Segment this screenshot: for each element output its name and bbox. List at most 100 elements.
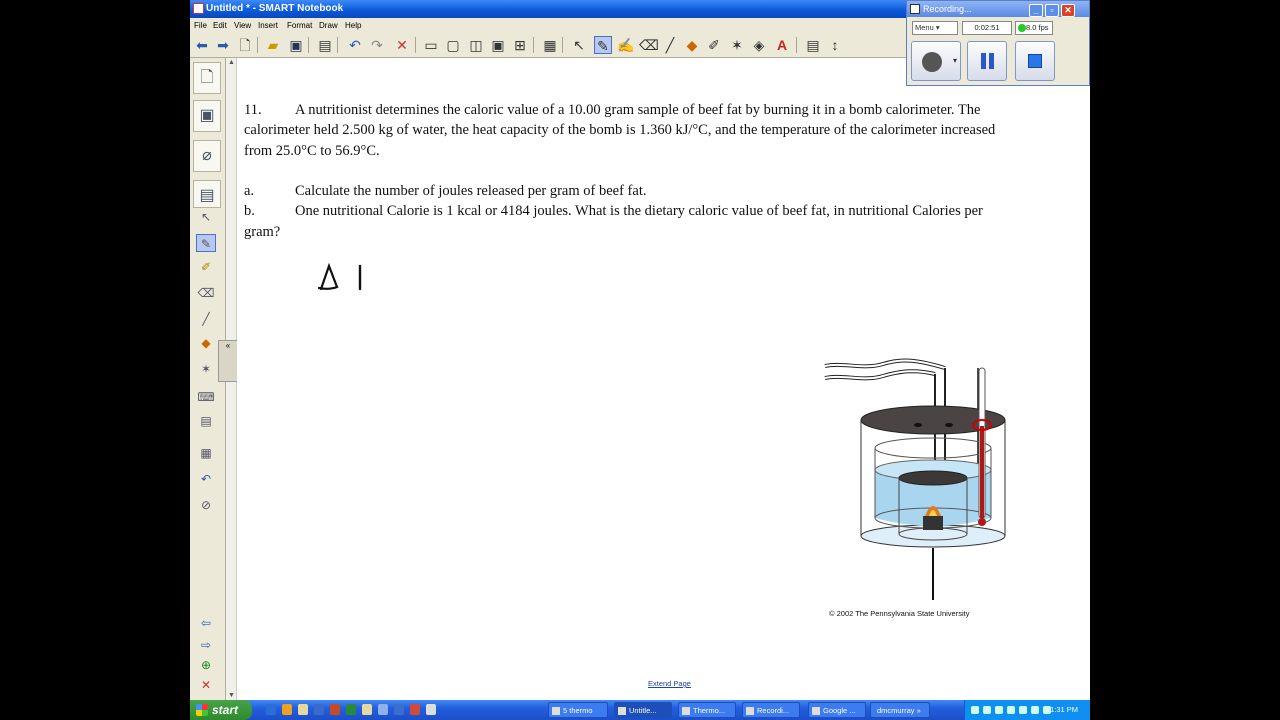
scroll-down-icon[interactable]: ▼: [227, 692, 236, 699]
quicklaunch-firefox-icon[interactable]: [282, 704, 292, 715]
question-intro-line3: from 25.0°C to 56.9°C.: [244, 143, 380, 159]
pen-tool-icon[interactable]: ✎: [196, 234, 216, 252]
tray-icon[interactable]: [983, 706, 991, 714]
taskbar-clock[interactable]: 1:31 PM: [1050, 705, 1078, 714]
magic-pen-tool-icon[interactable]: ✶: [196, 360, 216, 378]
quicklaunch-excel-icon[interactable]: [346, 704, 356, 715]
quicklaunch-app-icon[interactable]: [410, 704, 420, 715]
task-dmcmurray[interactable]: dmcmurray »: [870, 702, 930, 718]
add-page-side-icon[interactable]: ⊕: [196, 656, 216, 674]
next-page-icon[interactable]: ⇨: [196, 636, 216, 654]
capture-icon[interactable]: ▦: [196, 444, 216, 462]
table-icon[interactable]: ▦: [541, 36, 559, 54]
fill-icon[interactable]: ✶: [728, 36, 746, 54]
task-thermo[interactable]: Thermo...: [678, 702, 736, 718]
quicklaunch-bluetooth-icon[interactable]: [394, 704, 404, 715]
open-folder-icon[interactable]: ▰: [264, 36, 282, 54]
shape-tool-icon[interactable]: ◆: [196, 334, 216, 352]
tray-icon[interactable]: [971, 706, 979, 714]
magic-pen-icon[interactable]: ✐: [705, 36, 723, 54]
quicklaunch-more-icon[interactable]: [426, 704, 436, 715]
select-tool-icon[interactable]: ↖: [196, 208, 216, 226]
tray-icon[interactable]: [1031, 706, 1039, 714]
pause-button[interactable]: [967, 41, 1007, 81]
redo-icon[interactable]: ↷: [368, 36, 386, 54]
tray-icon[interactable]: [1007, 706, 1015, 714]
task-google[interactable]: Google ...: [808, 702, 866, 718]
properties-tab[interactable]: ▤: [193, 180, 221, 208]
highlighter-tool-icon[interactable]: ✐: [196, 258, 216, 276]
task-recording[interactable]: Recordi...: [742, 702, 800, 718]
page-sorter-tab[interactable]: 🗋: [193, 62, 221, 94]
line-tool-icon[interactable]: ╱: [196, 310, 216, 328]
close-button[interactable]: ✕: [1061, 4, 1075, 17]
move-toolbar-icon[interactable]: ↕: [826, 36, 844, 54]
clear-tool-icon[interactable]: ⊘: [196, 496, 216, 514]
scroll-up-icon[interactable]: ▲: [227, 59, 236, 66]
start-button[interactable]: start: [190, 700, 252, 720]
menu-format[interactable]: Format: [287, 21, 312, 30]
forward-arrow-icon[interactable]: ➡: [214, 36, 232, 54]
save-icon[interactable]: ▣: [287, 36, 305, 54]
document-camera-icon[interactable]: ⊞: [511, 36, 529, 54]
system-tray: 1:31 PM: [964, 700, 1090, 720]
back-arrow-icon[interactable]: ⬅: [193, 36, 211, 54]
screen-capture-icon[interactable]: ▣: [489, 36, 507, 54]
eraser-tool-icon[interactable]: ⌫: [196, 284, 216, 302]
delete-page-icon[interactable]: ✕: [196, 676, 216, 694]
panel-collapse-handle[interactable]: «: [218, 340, 238, 382]
quicklaunch-powerpoint-icon[interactable]: [330, 704, 340, 715]
task-label: Thermo...: [693, 706, 726, 715]
quicklaunch-ie-icon[interactable]: [266, 704, 276, 715]
quicklaunch-explorer-icon[interactable]: [362, 704, 372, 715]
menu-help[interactable]: Help: [345, 21, 361, 30]
handwritten-delta-ink[interactable]: [315, 256, 367, 296]
recorder-title-bar[interactable]: Recording... _ ▫ ✕: [907, 1, 1089, 17]
undo-tool-icon[interactable]: ↶: [196, 470, 216, 488]
extend-page-link[interactable]: Extend Page: [648, 679, 691, 688]
attachments-tab[interactable]: ⌀: [193, 140, 221, 172]
tray-icon[interactable]: [1019, 706, 1027, 714]
keyboard-icon[interactable]: ⌨: [196, 388, 216, 406]
shape-icon[interactable]: ◆: [683, 36, 701, 54]
eraser-icon[interactable]: ⌫: [639, 36, 659, 54]
quicklaunch-word-icon[interactable]: [314, 704, 324, 715]
paste-icon[interactable]: ▤: [316, 36, 334, 54]
screen-shade-icon[interactable]: ▭: [422, 36, 440, 54]
quicklaunch-desktop-icon[interactable]: [378, 704, 388, 715]
previous-page-icon[interactable]: ⇦: [196, 614, 216, 632]
undo-icon[interactable]: ↶: [346, 36, 364, 54]
record-button[interactable]: ▾: [911, 41, 961, 81]
notes-icon[interactable]: ▤: [196, 412, 216, 430]
recorder-menu-dropdown[interactable]: Menu ▾: [912, 21, 958, 35]
menu-insert[interactable]: Insert: [258, 21, 278, 30]
menu-draw[interactable]: Draw: [319, 21, 338, 30]
task-untitled[interactable]: Untitle...: [614, 702, 672, 718]
menu-file[interactable]: File: [194, 21, 207, 30]
pen-icon[interactable]: ✎: [594, 36, 612, 54]
delete-icon[interactable]: ✕: [393, 36, 411, 54]
restore-button[interactable]: ▫: [1045, 4, 1059, 17]
menu-view[interactable]: View: [234, 21, 251, 30]
line-icon[interactable]: ╱: [661, 36, 679, 54]
full-screen-icon[interactable]: ▢: [444, 36, 462, 54]
text-icon[interactable]: A: [773, 36, 791, 54]
creative-pen-icon[interactable]: ✍: [617, 36, 635, 54]
tray-icon[interactable]: [995, 706, 1003, 714]
question-intro-line1: A nutritionist determines the caloric va…: [295, 102, 981, 118]
paint-bucket-icon[interactable]: ◈: [750, 36, 768, 54]
menu-edit[interactable]: Edit: [213, 21, 227, 30]
add-page-icon[interactable]: 🗋: [236, 36, 254, 54]
gallery-tab[interactable]: ▣: [193, 100, 221, 132]
windows-logo-icon: [196, 704, 208, 716]
properties-icon[interactable]: ▤: [804, 36, 822, 54]
select-icon[interactable]: ↖: [570, 36, 588, 54]
whiteboard-page[interactable]: 11. A nutritionist determines the calori…: [237, 58, 1090, 700]
figure-copyright: © 2002 The Pennsylvania State University: [829, 609, 970, 618]
stop-button[interactable]: [1015, 41, 1055, 81]
quicklaunch-folder-icon[interactable]: [298, 704, 308, 715]
minimize-button[interactable]: _: [1029, 4, 1043, 17]
toolbar-separator: [562, 37, 563, 53]
dual-page-icon[interactable]: ◫: [467, 36, 485, 54]
task-5-thermo[interactable]: 5 thermo: [548, 702, 608, 718]
